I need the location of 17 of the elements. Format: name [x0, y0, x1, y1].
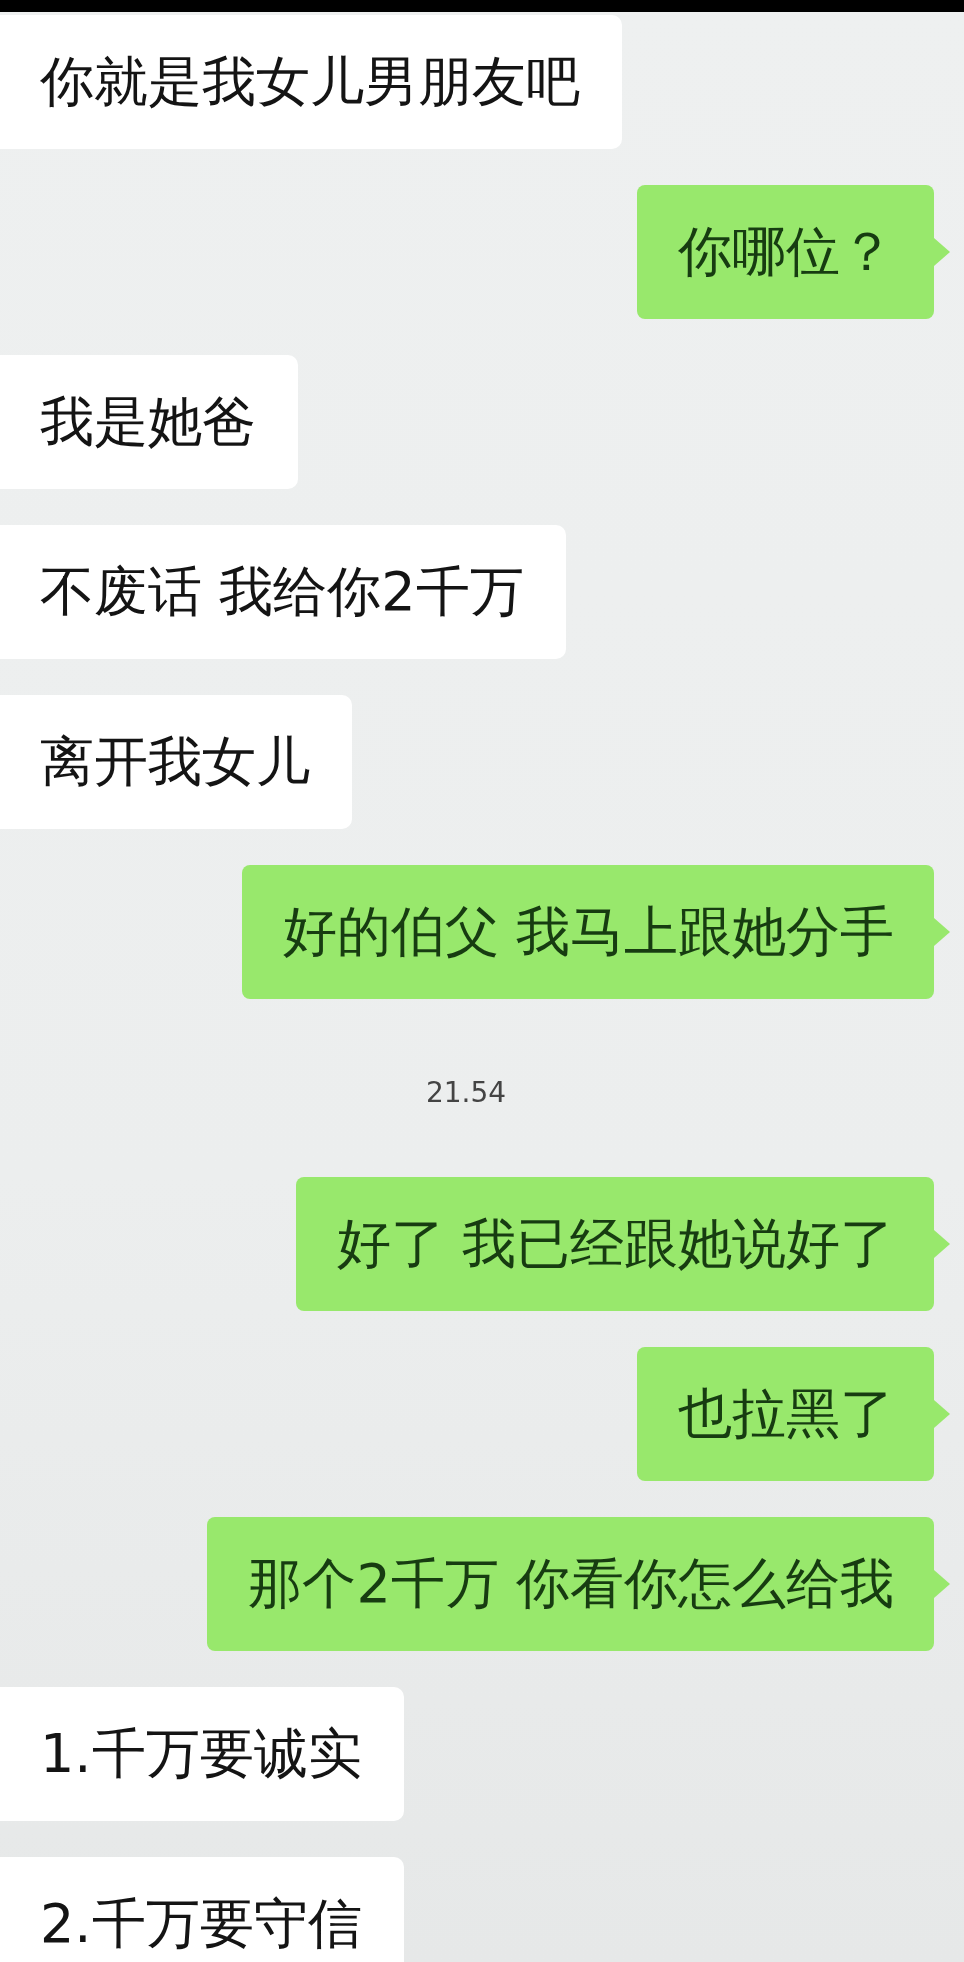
sent-message-bubble: 也拉黑了 — [637, 1347, 934, 1481]
bubble-tail-icon — [934, 1400, 950, 1428]
bubble-tail-icon — [934, 1230, 950, 1258]
sent-message-bubble: 好了 我已经跟她说好了 — [295, 1177, 934, 1311]
received-message-bubble: 你就是我女儿男朋友吧 — [0, 15, 622, 149]
sent-message-bubble: 那个2千万 你看你怎么给我 — [207, 1517, 934, 1651]
bubble-tail-icon — [934, 238, 950, 266]
sent-message-bubble: 你哪位？ — [637, 185, 934, 319]
bubble-tail-icon — [934, 1570, 950, 1598]
received-message-bubble: 离开我女儿 — [0, 695, 352, 829]
received-message-bubble: 我是她爸 — [0, 355, 298, 489]
received-message-bubble: 2.千万要守信 — [0, 1857, 404, 1962]
received-message-bubble: 1.千万要诚实 — [0, 1687, 404, 1821]
time-label: 21.54 — [425, 1075, 507, 1111]
received-message-bubble: 不废话 我给你2千万 — [0, 525, 566, 659]
sent-message-bubble: 好的伯父 我马上跟她分手 — [241, 865, 934, 999]
bubble-tail-icon — [934, 918, 950, 946]
